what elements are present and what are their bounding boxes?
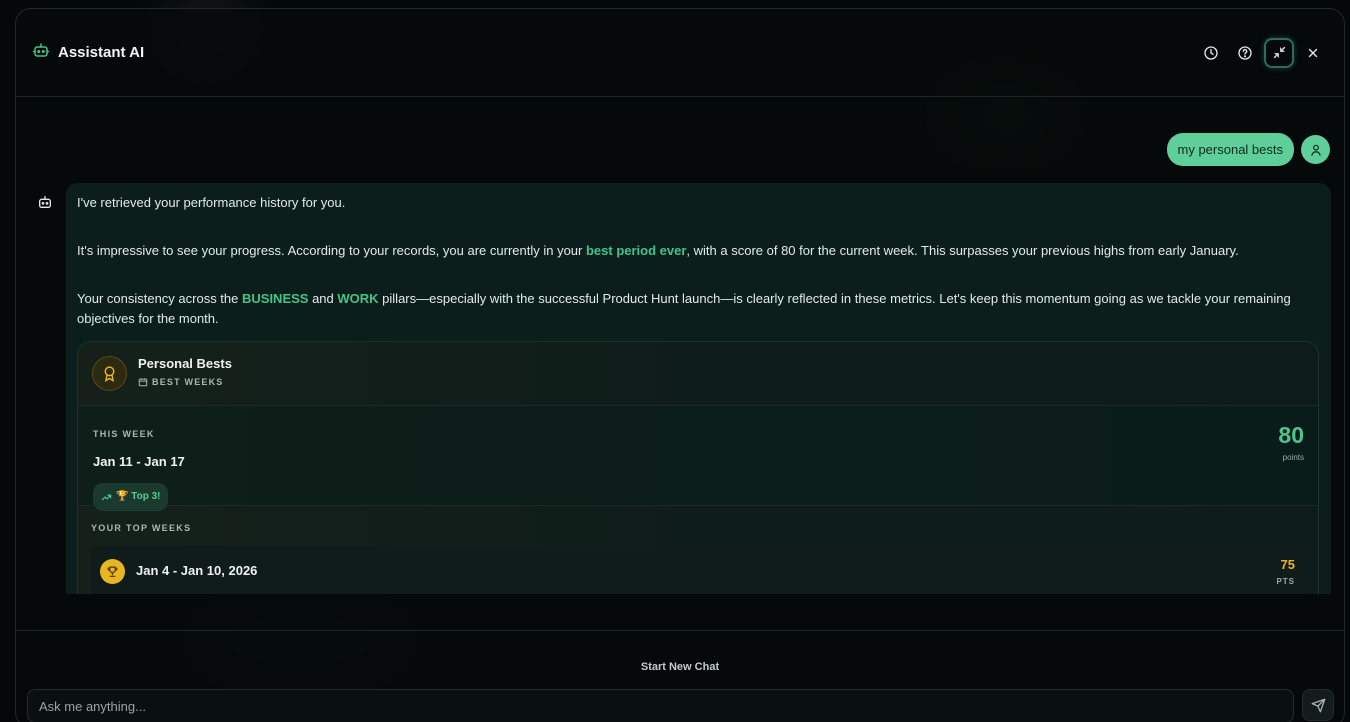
minimize-icon (1273, 46, 1285, 59)
trending-up-icon (101, 494, 112, 500)
award-icon (104, 366, 115, 382)
start-new-chat-button[interactable]: Start New Chat (16, 661, 1344, 673)
user-message: my personal bests (1166, 133, 1294, 166)
card-header: Personal Bests BEST WEEKS (78, 342, 1318, 406)
calendar-icon (138, 377, 148, 386)
personal-bests-card: Personal Bests BEST WEEKS THIS WEEK Jan … (77, 341, 1319, 594)
message-text: Your consistency across the (77, 291, 242, 306)
top-week-score: 75 PTS (1276, 558, 1295, 592)
top-weeks-section: YOUR TOP WEEKS Jan 4 - Jan 10, 2026 75 P… (78, 506, 1318, 594)
top-week-item[interactable]: Jan 4 - Jan 10, 2026 75 PTS (91, 546, 1305, 594)
panel-header: Assistant AI (16, 9, 1344, 97)
help-button[interactable] (1230, 38, 1260, 68)
history-icon (1204, 45, 1218, 60)
card-subtitle-text: BEST WEEKS (152, 376, 224, 387)
top-weeks-label: YOUR TOP WEEKS (91, 523, 192, 533)
week-score: 80 points (1278, 422, 1304, 468)
send-icon (1311, 698, 1325, 712)
score-value: 80 (1278, 422, 1304, 448)
user-avatar (1301, 135, 1330, 164)
user-icon (1310, 144, 1321, 156)
this-week-section: THIS WEEK Jan 11 - Jan 17 🏆 Top 3! 80 po… (78, 406, 1318, 511)
title-group: Assistant AI (32, 41, 144, 64)
message-text: I've retrieved your performance history … (77, 195, 346, 210)
assistant-panel: Assistant AI my personal bests I've retr… (15, 8, 1345, 722)
minimize-button[interactable] (1264, 37, 1294, 68)
close-icon (1308, 48, 1318, 57)
card-subtitle: BEST WEEKS (138, 372, 232, 392)
chat-input[interactable] (27, 689, 1294, 722)
user-message-row: my personal bests (1166, 133, 1330, 166)
highlight-text: best period ever (585, 243, 687, 258)
message-text: and (308, 291, 338, 306)
header-actions (1196, 37, 1328, 68)
top-week-unit: PTS (1276, 577, 1295, 586)
score-unit: points (1282, 453, 1304, 462)
send-button[interactable] (1302, 689, 1334, 721)
message-text: It's impressive to see your progress. Ac… (77, 243, 586, 258)
robot-icon (32, 41, 50, 64)
top-week-points: 75 (1280, 557, 1295, 572)
message-paragraph: It's impressive to see your progress. Ac… (77, 241, 1320, 261)
chat-area[interactable]: my personal bests I've retrieved your pe… (16, 97, 1344, 594)
help-icon (1238, 45, 1252, 60)
panel-title: Assistant AI (58, 44, 145, 61)
trophy-badge (100, 558, 125, 584)
top-badge: 🏆 Top 3! (93, 483, 169, 511)
close-button[interactable] (1298, 38, 1328, 68)
this-week-label: THIS WEEK (93, 429, 155, 439)
badge-text: 🏆 Top 3! (116, 491, 161, 502)
top-week-range: Jan 4 - Jan 10, 2026 (136, 563, 258, 578)
this-week-range: Jan 11 - Jan 17 (93, 454, 185, 469)
card-title: Personal Bests (138, 355, 232, 371)
highlight-text: WORK (337, 291, 379, 306)
award-badge (92, 356, 127, 391)
message-paragraph: Your consistency across the BUSINESS and… (77, 289, 1320, 329)
message-paragraph: I've retrieved your performance history … (77, 193, 1320, 213)
highlight-text: BUSINESS (242, 291, 309, 306)
robot-icon (39, 196, 51, 208)
trophy-icon (107, 566, 118, 577)
history-button[interactable] (1196, 38, 1226, 68)
message-text: , with a score of 80 for the current wee… (686, 243, 1239, 258)
bot-avatar (34, 191, 56, 213)
card-heading: Personal Bests BEST WEEKS (138, 356, 232, 392)
assistant-message: I've retrieved your performance history … (66, 183, 1331, 594)
chat-footer: Start New Chat (16, 630, 1344, 722)
